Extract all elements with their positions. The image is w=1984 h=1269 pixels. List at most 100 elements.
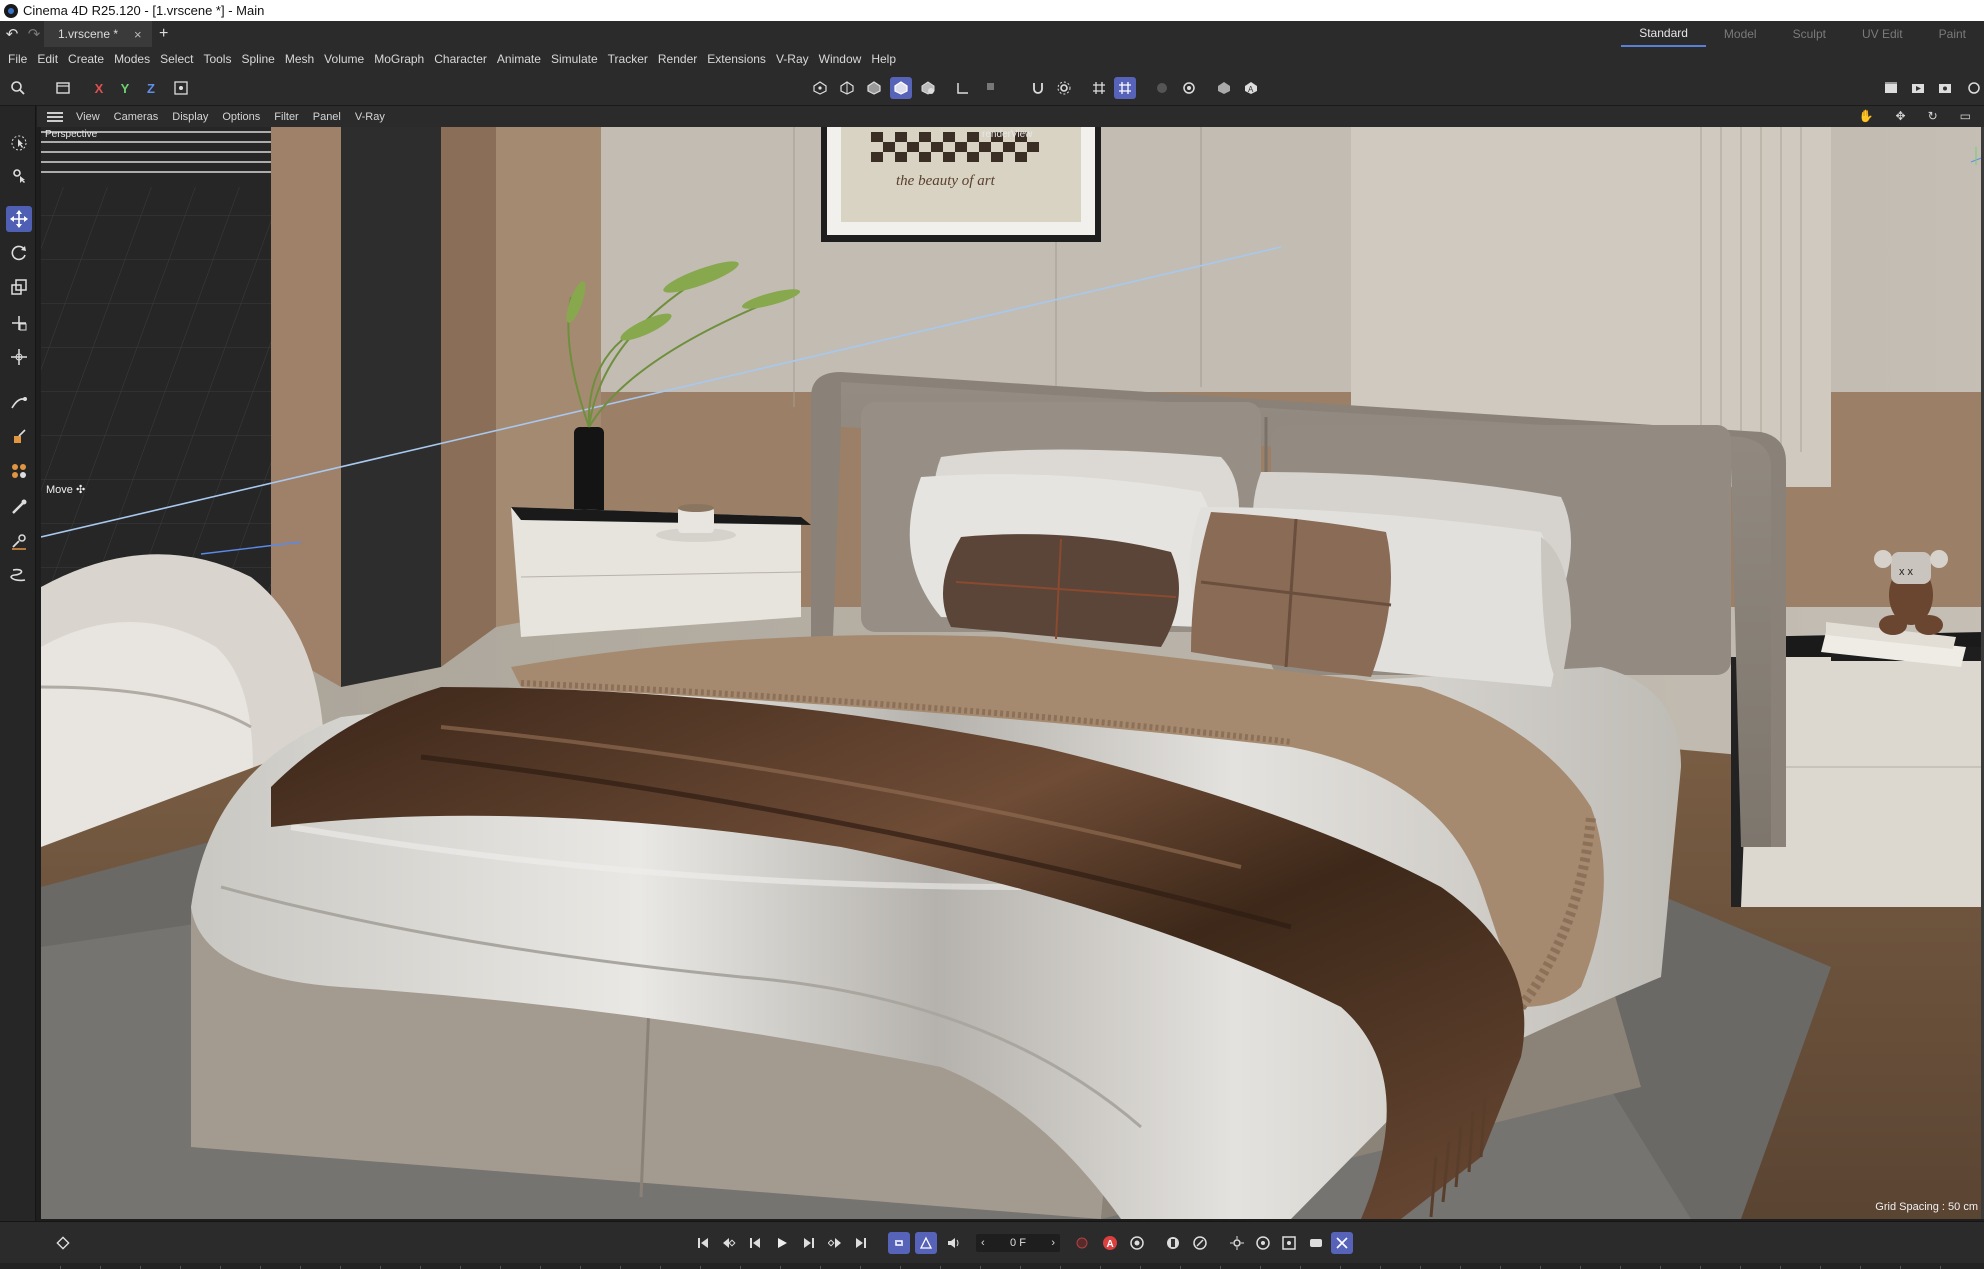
texture-mode-icon[interactable] (917, 77, 939, 99)
menu-help[interactable]: Help (869, 52, 904, 66)
move-tool-icon[interactable] (6, 206, 32, 232)
multi-transform-icon[interactable] (6, 344, 32, 370)
frame-increment-icon[interactable]: › (1051, 1237, 1055, 1249)
enable-snap-icon[interactable] (1027, 77, 1049, 99)
new-document-tab-button[interactable]: + (152, 21, 176, 47)
solo-icon[interactable] (978, 77, 1000, 99)
menu-select[interactable]: Select (158, 52, 201, 66)
key-param-icon[interactable] (1252, 1232, 1274, 1254)
search-icon[interactable] (7, 77, 29, 99)
3d-viewport[interactable]: the beauty of art x x Perspective render… (41, 127, 1984, 1219)
selection-filter-icon[interactable] (6, 162, 32, 188)
spline-sketch-icon[interactable] (6, 562, 32, 588)
layout-model[interactable]: Model (1706, 21, 1775, 47)
pan-hand-icon[interactable]: ✋ (1852, 109, 1881, 123)
polygons-mode-icon[interactable] (863, 77, 885, 99)
menu-character[interactable]: Character (432, 52, 495, 66)
autokeying-icon[interactable]: A (1099, 1232, 1121, 1254)
menu-simulate[interactable]: Simulate (549, 52, 606, 66)
menu-modes[interactable]: Modes (112, 52, 158, 66)
scheme-icon[interactable] (1331, 1232, 1353, 1254)
mograph-cloner-icon[interactable] (6, 458, 32, 484)
menu-tools[interactable]: Tools (201, 52, 239, 66)
brush-tool-icon[interactable] (6, 494, 32, 520)
loop-icon[interactable] (888, 1232, 910, 1254)
previous-frame-icon[interactable] (744, 1232, 766, 1254)
key-rotation-icon[interactable] (1189, 1232, 1211, 1254)
hierarchy-solo-icon[interactable] (1178, 77, 1200, 99)
next-frame-icon[interactable] (798, 1232, 820, 1254)
viewport-menu-view[interactable]: View (69, 111, 107, 123)
keyframe-selection-icon[interactable] (1126, 1232, 1148, 1254)
previous-key-icon[interactable] (718, 1232, 740, 1254)
orbit-icon[interactable]: ↻ (1921, 109, 1945, 123)
sound-icon[interactable] (942, 1232, 964, 1254)
layout-uv-edit[interactable]: UV Edit (1844, 21, 1921, 47)
lock-z-axis-button[interactable]: Z (140, 77, 162, 99)
viewport-solo-icon[interactable] (1151, 77, 1173, 99)
play-icon[interactable] (771, 1232, 793, 1254)
workplane-icon[interactable] (952, 77, 974, 99)
key-scale-icon[interactable] (1226, 1232, 1248, 1254)
transform-tool-icon[interactable] (6, 310, 32, 336)
maximize-view-icon[interactable]: ▭ (1953, 109, 1978, 123)
redo-icon[interactable]: ↷ (24, 21, 44, 47)
frame-decrement-icon[interactable]: ‹ (981, 1237, 985, 1249)
sculpt-tool-icon[interactable] (6, 528, 32, 554)
menu-file[interactable]: File (6, 52, 35, 66)
menu-render[interactable]: Render (656, 52, 705, 66)
scale-tool-icon[interactable] (6, 274, 32, 300)
viewport-menu-options[interactable]: Options (215, 111, 267, 123)
spline-pen-icon[interactable] (6, 390, 32, 416)
next-key-icon[interactable] (824, 1232, 846, 1254)
menu-vray[interactable]: V-Ray (774, 52, 817, 66)
render-to-picture-viewer-icon[interactable] (1907, 77, 1929, 99)
menu-spline[interactable]: Spline (239, 52, 282, 66)
key-pla-icon[interactable] (1278, 1232, 1300, 1254)
grid-snap-icon[interactable] (1088, 77, 1110, 99)
model-mode-icon[interactable] (890, 77, 912, 99)
coordinate-system-icon[interactable] (170, 77, 192, 99)
cube-create-icon[interactable] (6, 424, 32, 450)
document-tab[interactable]: 1.vrscene * × (44, 21, 152, 47)
lock-y-axis-button[interactable]: Y (114, 77, 136, 99)
keyframe-diamond-icon[interactable] (52, 1232, 74, 1254)
timeline-ruler[interactable] (0, 1263, 1984, 1269)
layout-paint[interactable]: Paint (1921, 21, 1984, 47)
current-frame-field[interactable]: ‹ 0 F › (976, 1234, 1060, 1252)
menu-mograph[interactable]: MoGraph (372, 52, 432, 66)
dolly-icon[interactable]: ✥ (1889, 109, 1913, 123)
lock-x-axis-button[interactable]: X (88, 77, 110, 99)
menu-extensions[interactable]: Extensions (705, 52, 774, 66)
vray-asset-icon[interactable]: A (1240, 77, 1262, 99)
quantize-icon[interactable] (1114, 77, 1136, 99)
go-to-start-icon[interactable] (692, 1232, 714, 1254)
viewport-menu-filter[interactable]: Filter (267, 111, 305, 123)
perspective-camera-label[interactable]: Perspective (45, 129, 97, 140)
close-tab-icon[interactable]: × (134, 27, 142, 42)
vray-render-icon[interactable] (1962, 77, 1984, 99)
vray-icon[interactable] (1213, 77, 1235, 99)
menu-create[interactable]: Create (66, 52, 112, 66)
interpolation-icon[interactable] (1305, 1232, 1327, 1254)
layout-standard[interactable]: Standard (1621, 21, 1706, 47)
render-settings-icon[interactable] (1934, 77, 1956, 99)
menu-tracker[interactable]: Tracker (606, 52, 656, 66)
viewport-menu-panel[interactable]: Panel (306, 111, 348, 123)
menu-animate[interactable]: Animate (495, 52, 549, 66)
layout-sculpt[interactable]: Sculpt (1775, 21, 1844, 47)
undo-icon[interactable]: ↶ (0, 21, 24, 47)
viewport-menu-vray[interactable]: V-Ray (348, 111, 392, 123)
record-active-objects-icon[interactable] (1071, 1232, 1093, 1254)
key-position-icon[interactable] (1162, 1232, 1184, 1254)
menu-edit[interactable]: Edit (35, 52, 66, 66)
live-selection-icon[interactable] (6, 130, 32, 156)
points-mode-icon[interactable] (809, 77, 831, 99)
viewport-menu-display[interactable]: Display (165, 111, 215, 123)
menu-window[interactable]: Window (817, 52, 870, 66)
rotate-tool-icon[interactable] (6, 240, 32, 266)
edges-mode-icon[interactable] (836, 77, 858, 99)
viewport-hamburger-icon[interactable] (47, 111, 63, 122)
snap-settings-icon[interactable] (1053, 77, 1075, 99)
go-to-end-icon[interactable] (850, 1232, 872, 1254)
